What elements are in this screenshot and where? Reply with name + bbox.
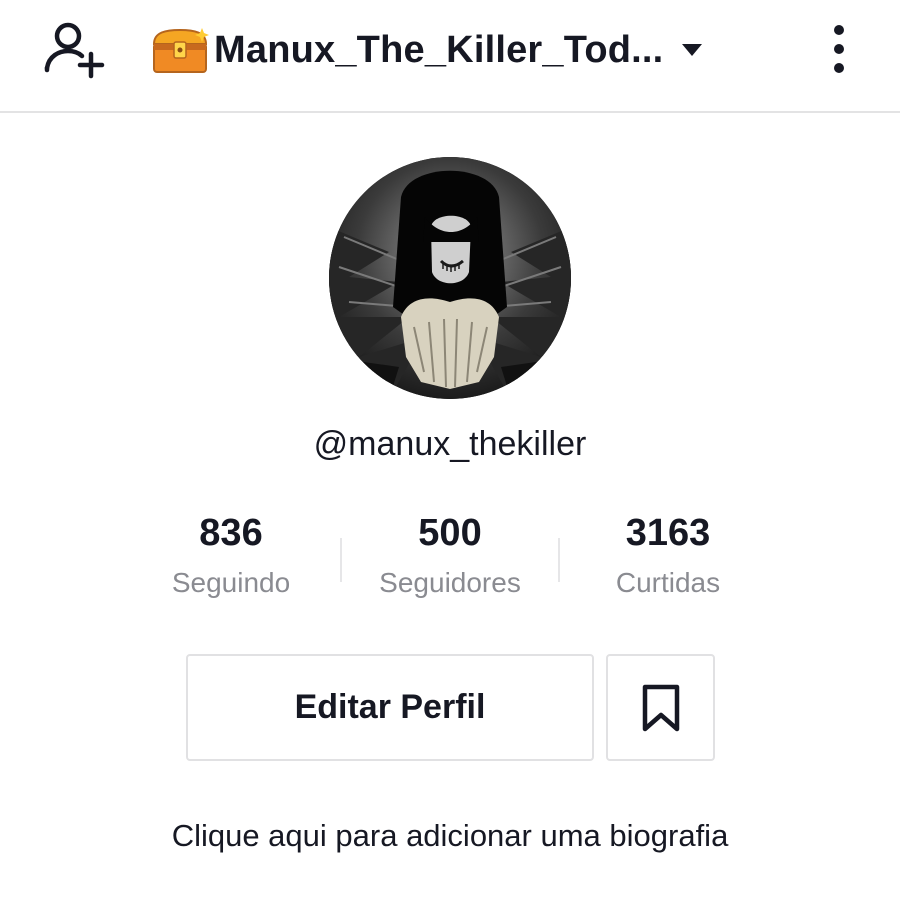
more-vertical-icon — [834, 25, 844, 73]
stat-label: Seguidores — [379, 567, 521, 598]
caret-down-icon — [682, 44, 703, 56]
bio-prompt[interactable]: Clique aqui para adicionar uma biografia — [0, 818, 900, 854]
more-options-button[interactable] — [822, 22, 856, 78]
bookmarks-button[interactable] — [606, 654, 715, 761]
avatar-image — [329, 157, 571, 399]
stat-label: Seguindo — [171, 567, 291, 598]
stats-row: 836 Seguindo 500 Seguidores 3163 Curtida… — [0, 508, 900, 608]
stat-following[interactable]: 836 Seguindo — [121, 508, 341, 606]
stat-value: 3163 — [625, 512, 711, 554]
edit-profile-button[interactable]: Editar Perfil — [186, 654, 594, 761]
username: @manux_thekiller — [313, 425, 587, 463]
account-switcher[interactable]: Manux_The_Killer_Tod... — [150, 22, 703, 78]
add-user-button[interactable] — [38, 18, 108, 80]
stat-value: 836 — [199, 512, 263, 554]
stat-likes[interactable]: 3163 Curtidas — [558, 508, 778, 606]
bookmark-icon — [642, 684, 679, 731]
account-title: Manux_The_Killer_Tod... — [214, 28, 664, 71]
person-add-icon — [44, 22, 105, 79]
stat-label: Curtidas — [615, 567, 721, 598]
stat-followers[interactable]: 500 Seguidores — [340, 508, 560, 606]
top-bar: Manux_The_Killer_Tod... — [0, 0, 900, 113]
treasure-chest-icon — [152, 28, 209, 73]
stat-value: 500 — [418, 512, 482, 554]
avatar[interactable] — [329, 157, 571, 399]
profile-page: Manux_The_Killer_Tod... @manux_thekiller… — [0, 0, 900, 900]
